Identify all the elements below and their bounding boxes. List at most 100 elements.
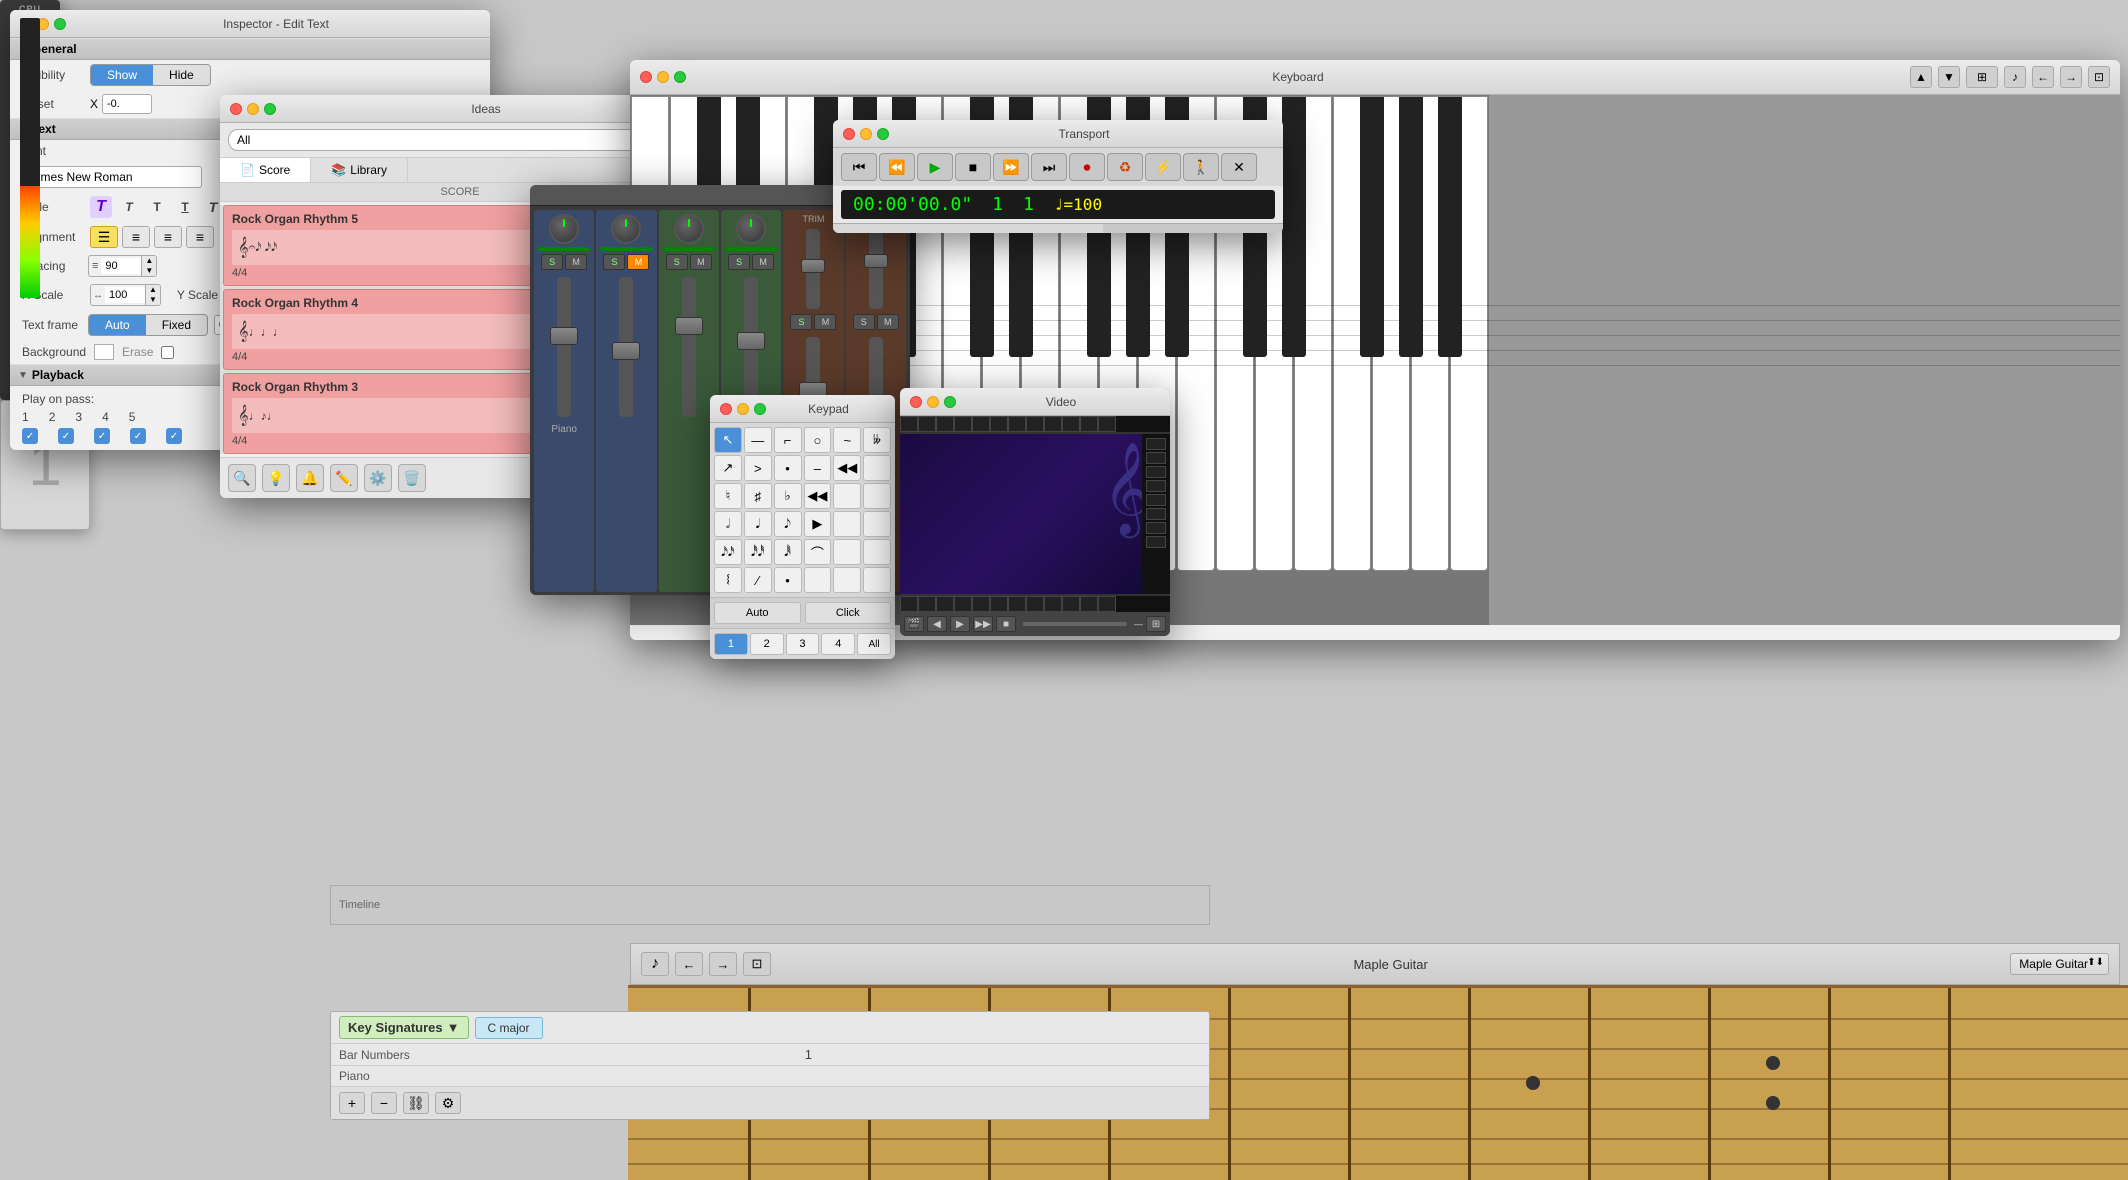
align-left-button[interactable]: ☰ <box>90 226 118 248</box>
channel-4-solo[interactable]: S <box>728 254 750 270</box>
transport-close[interactable] <box>843 128 855 140</box>
spacing-up[interactable]: ▲ <box>142 256 156 266</box>
channel-3-solo[interactable]: S <box>666 254 688 270</box>
ideas-tab-library[interactable]: 📚 Library <box>311 158 408 182</box>
click-button[interactable]: Click <box>805 602 892 624</box>
font-selector[interactable]: Times New Roman <box>22 166 202 188</box>
keyboard-grid-btn[interactable]: ⊞ <box>1966 66 1998 88</box>
channel-1-knob[interactable] <box>549 214 579 244</box>
ideas-search-tool[interactable]: 🔍 <box>228 464 256 492</box>
kp-empty7[interactable] <box>863 539 891 565</box>
align-center-button[interactable]: ≡ <box>122 226 150 248</box>
keypad-close[interactable] <box>720 403 732 415</box>
channel-5-mute[interactable]: M <box>814 314 836 330</box>
video-rewind-btn[interactable]: ◀ <box>927 616 947 632</box>
ideas-bell-tool[interactable]: 🔔 <box>296 464 324 492</box>
channel-4-knob[interactable] <box>736 214 766 244</box>
fixed-button[interactable]: Fixed <box>146 315 207 335</box>
keyboard-up-btn[interactable]: ▲ <box>1910 66 1932 88</box>
italic-icon[interactable]: T <box>118 196 140 218</box>
nav-screen-btn[interactable]: ⊡ <box>743 952 771 976</box>
kp-dot2[interactable]: • <box>774 567 802 593</box>
channel-3-fader[interactable] <box>675 317 703 335</box>
forward-to-end-button[interactable]: ⏭ <box>1031 153 1067 181</box>
kp-dot1[interactable]: • <box>774 455 802 481</box>
auto-button[interactable]: Auto <box>714 602 801 624</box>
video-zoom-btn[interactable]: ⊞ <box>1146 616 1166 632</box>
transport-position-slider[interactable] <box>833 224 1103 233</box>
auto-button[interactable]: Auto <box>89 315 146 335</box>
kp-beam2[interactable]: 𝅘𝅥𝅰𝅘𝅥𝅰 <box>744 539 772 565</box>
figure-button[interactable]: 🚶 <box>1183 153 1219 181</box>
white-key[interactable] <box>1333 96 1371 571</box>
keyboard-copy-btn[interactable]: ⊡ <box>2088 66 2110 88</box>
kp-gt[interactable]: > <box>744 455 772 481</box>
kp-note3[interactable]: 𝅘𝅥𝅮 <box>774 511 802 537</box>
channel-2-solo[interactable]: S <box>603 254 625 270</box>
kp-rewind2[interactable]: ◀◀ <box>804 483 832 509</box>
kp-num-2[interactable]: 2 <box>750 633 784 655</box>
ideas-close-button[interactable] <box>230 103 242 115</box>
pass-check-4[interactable]: ✓ <box>130 428 146 444</box>
record-button[interactable]: ⏺ <box>1069 153 1105 181</box>
transport-maximize[interactable] <box>877 128 889 140</box>
keypad-maximize[interactable] <box>754 403 766 415</box>
keyboard-back-btn[interactable]: ← <box>2032 66 2054 88</box>
regular-icon[interactable]: T <box>146 196 168 218</box>
kp-natural[interactable]: ♮ <box>714 483 742 509</box>
align-justify-button[interactable]: ≡ <box>186 226 214 248</box>
spacing-input[interactable] <box>101 258 141 274</box>
video-stop-btn[interactable]: ■ <box>996 616 1016 632</box>
xscale-down[interactable]: ▼ <box>146 295 160 305</box>
keyboard-maximize[interactable] <box>674 71 686 83</box>
video-maximize[interactable] <box>944 396 956 408</box>
channel-5-trim-fader[interactable] <box>801 259 825 273</box>
kp-note1[interactable]: 𝅗𝅥 <box>714 511 742 537</box>
video-scene-btn[interactable]: 🎬 <box>904 616 924 632</box>
channel-1-solo[interactable]: S <box>541 254 563 270</box>
pass-check-2[interactable]: ✓ <box>58 428 74 444</box>
kp-empty3[interactable] <box>863 483 891 509</box>
underline-icon[interactable]: T <box>174 196 196 218</box>
kp-dash1[interactable]: — <box>744 427 772 453</box>
metronome-button[interactable]: ✕ <box>1221 153 1257 181</box>
video-close[interactable] <box>910 396 922 408</box>
kp-empty2[interactable] <box>833 483 861 509</box>
kp-flag1[interactable]: 𝄔 <box>714 567 742 593</box>
pass-check-5[interactable]: ✓ <box>166 428 182 444</box>
ks-add-button[interactable]: + <box>339 1092 365 1114</box>
kp-num-1[interactable]: 1 <box>714 633 748 655</box>
keyboard-music-btn[interactable]: ♪ <box>2004 66 2026 88</box>
video-minimize[interactable] <box>927 396 939 408</box>
kp-empty[interactable] <box>863 455 891 481</box>
bg-color-swatch[interactable] <box>94 344 114 360</box>
channel-2-mute[interactable]: M <box>627 254 649 270</box>
play-button[interactable]: ▶ <box>917 153 953 181</box>
keyboard-forward-btn[interactable]: → <box>2060 66 2082 88</box>
channel-4-fader[interactable] <box>737 332 765 350</box>
black-key[interactable] <box>1438 97 1462 357</box>
nav-back-btn[interactable]: ← <box>675 952 703 976</box>
xscale-up[interactable]: ▲ <box>146 285 160 295</box>
channel-5-solo[interactable]: S <box>790 314 812 330</box>
kp-empty10[interactable] <box>863 567 891 593</box>
channel-3-knob[interactable] <box>674 214 704 244</box>
channel-1-mute[interactable]: M <box>565 254 587 270</box>
nav-instrument-select[interactable]: Maple Guitar ⬆⬇ <box>2010 953 2109 975</box>
kp-dash2[interactable]: – <box>804 455 832 481</box>
xscale-input[interactable] <box>105 287 145 303</box>
keyboard-minimize[interactable] <box>657 71 669 83</box>
spacing-down[interactable]: ▼ <box>142 266 156 276</box>
ideas-lightbulb-tool[interactable]: 💡 <box>262 464 290 492</box>
kp-num-all[interactable]: All <box>857 633 891 655</box>
kp-tilde[interactable]: ~ <box>833 427 861 453</box>
kp-play[interactable]: ▶ <box>804 511 832 537</box>
kp-curve[interactable]: ⌒ <box>804 539 832 565</box>
kp-cursor2[interactable]: ↗ <box>714 455 742 481</box>
kp-rewind[interactable]: ◀◀ <box>833 455 861 481</box>
pass-check-1[interactable]: ✓ <box>22 428 38 444</box>
kp-flat[interactable]: ♭ <box>774 483 802 509</box>
key-signatures-dropdown[interactable]: Key Signatures ▼ <box>339 1016 469 1039</box>
channel-6-trim-fader[interactable] <box>864 254 888 268</box>
maximize-button[interactable] <box>54 18 66 30</box>
